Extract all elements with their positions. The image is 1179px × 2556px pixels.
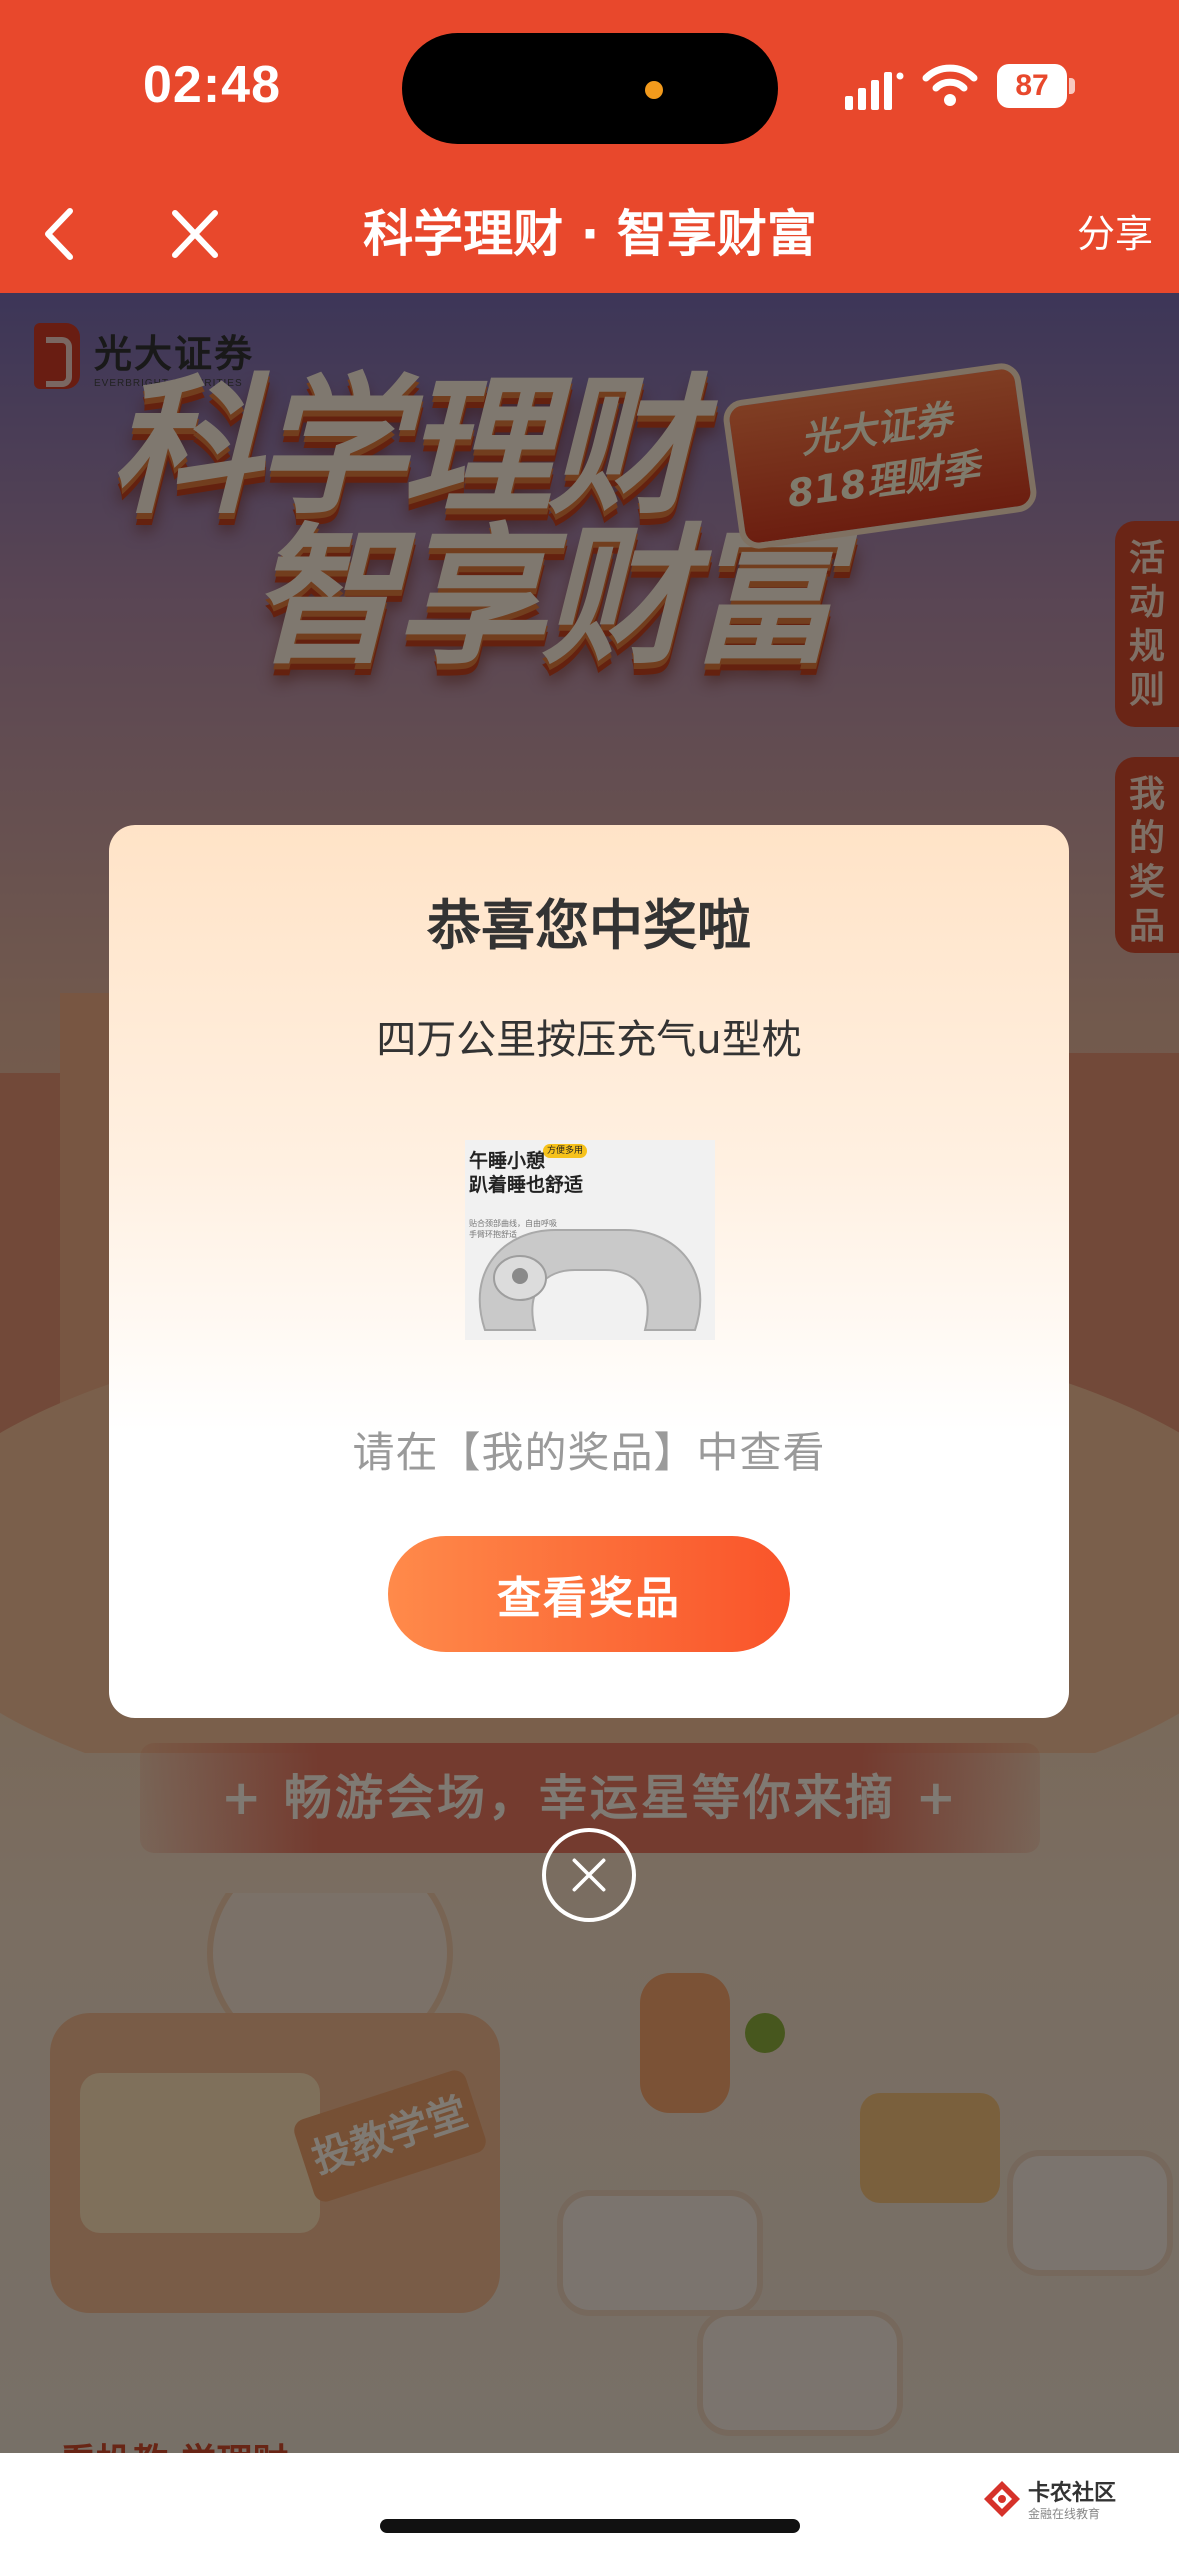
dynamic-island <box>402 33 778 144</box>
watermark-name: 卡农社区 <box>1028 2481 1117 2506</box>
modal-title: 恭喜您中奖啦 <box>427 894 751 957</box>
prize-image: 方便多用 午睡小憩 趴着睡也舒适 贴合颈部曲线，自由呼吸 手臂环抱舒适 <box>465 1140 715 1340</box>
watermark: 卡农社区 金融在线教育 <box>980 2475 1170 2535</box>
prize-name: 四万公里按压充气u型枕 <box>376 1017 802 1063</box>
kanong-logo-icon <box>984 2481 1020 2517</box>
close-modal-icon[interactable] <box>542 1828 636 1922</box>
status-bar: 02:48 87 <box>0 0 1179 175</box>
watermark-sub: 金融在线教育 <box>1028 2507 1101 2521</box>
check-hint: 请在【我的奖品】中查看 <box>352 1428 826 1477</box>
battery-level: 87 <box>997 64 1067 108</box>
image-small-text: 贴合颈部曲线，自由呼吸 手臂环抱舒适 <box>469 1218 557 1240</box>
mic-indicator-icon <box>645 81 663 99</box>
bottom-bar: 卡农社区 金融在线教育 <box>0 2453 1179 2556</box>
cellular-signal-icon <box>845 72 904 110</box>
status-time: 02:48 <box>143 56 281 114</box>
nav-bar: 科学理财 · 智享财富 分享 <box>0 175 1179 293</box>
wifi-icon <box>922 64 978 106</box>
battery-tip <box>1069 78 1075 94</box>
image-small-line-1: 贴合颈部曲线，自由呼吸 <box>469 1219 557 1228</box>
prize-modal: 恭喜您中奖啦 四万公里按压充气u型枕 方便多用 午睡小憩 趴着睡也舒适 贴合颈部… <box>109 825 1069 1718</box>
battery-icon: 87 <box>997 64 1075 108</box>
close-icon[interactable] <box>165 199 225 269</box>
image-caption-1: 午睡小憩 <box>469 1150 546 1172</box>
view-prize-button[interactable]: 查看奖品 <box>388 1536 790 1652</box>
share-button[interactable]: 分享 <box>1077 175 1153 293</box>
image-small-line-2: 手臂环抱舒适 <box>469 1230 517 1239</box>
image-tag: 方便多用 <box>543 1144 588 1158</box>
home-indicator[interactable] <box>380 2519 800 2533</box>
back-arrow-icon[interactable] <box>30 197 86 271</box>
image-caption-2: 趴着睡也舒适 <box>469 1174 584 1196</box>
page-title: 科学理财 · 智享财富 <box>363 205 817 263</box>
